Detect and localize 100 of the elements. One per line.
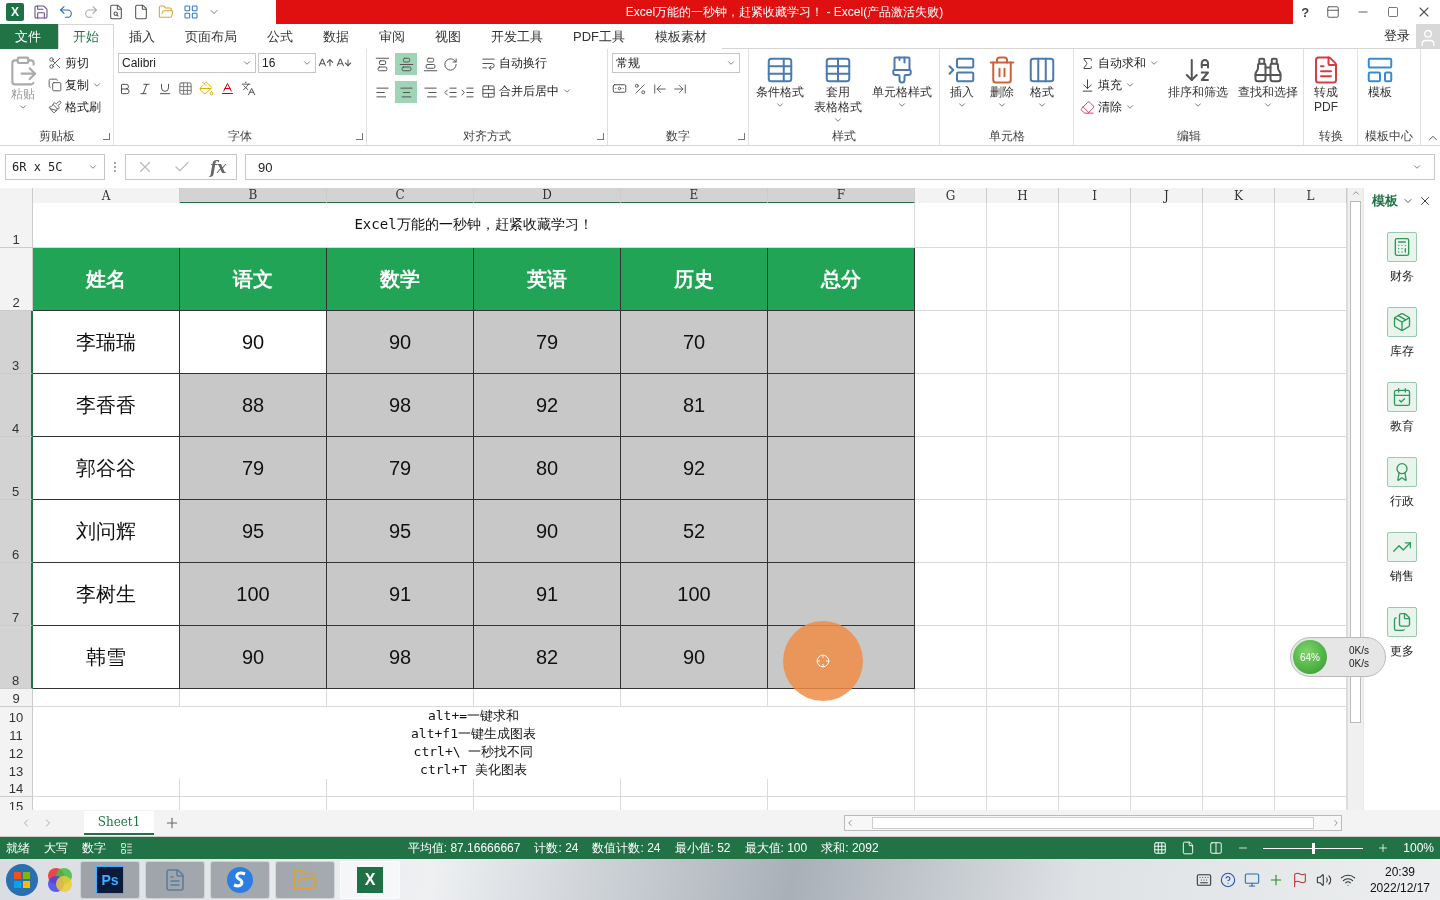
layout-icon[interactable] xyxy=(183,4,199,20)
font-name-field[interactable]: Calibri xyxy=(118,53,256,73)
underline-icon[interactable] xyxy=(158,81,172,96)
align-button[interactable] xyxy=(395,53,417,75)
editing-button[interactable]: 清除 xyxy=(1078,97,1161,117)
scrollbar-thumb[interactable] xyxy=(872,817,1314,829)
table-cell[interactable]: 90 xyxy=(180,626,327,689)
grid-cell[interactable] xyxy=(1275,500,1347,563)
row-number[interactable]: 5 xyxy=(0,437,33,500)
table-cell[interactable]: 98 xyxy=(327,626,474,689)
grid-cell[interactable] xyxy=(915,689,987,707)
grid-cell[interactable] xyxy=(1275,374,1347,437)
table-cell[interactable] xyxy=(768,374,915,437)
editing-button[interactable]: 查找和选择 xyxy=(1235,53,1301,127)
launcher-icon[interactable] xyxy=(597,133,604,140)
table-cell[interactable]: 刘问辉 xyxy=(33,500,180,563)
taskbar-app[interactable] xyxy=(145,860,205,899)
table-cell[interactable]: 100 xyxy=(180,563,327,626)
table-cell[interactable]: 韩雪 xyxy=(33,626,180,689)
table-cell[interactable]: 52 xyxy=(621,500,768,563)
phonetic-icon[interactable] xyxy=(241,81,256,96)
ribbon-tab[interactable]: 开始 xyxy=(58,24,114,49)
grid-cell[interactable] xyxy=(1131,689,1203,707)
print-preview-icon[interactable] xyxy=(108,4,124,20)
increase-decimal-icon[interactable] xyxy=(653,81,667,96)
grid-cell[interactable] xyxy=(1275,203,1347,248)
row-number[interactable]: 3 xyxy=(0,311,33,374)
page-layout-icon[interactable] xyxy=(1181,841,1196,855)
grid-cell[interactable] xyxy=(33,779,180,797)
clock[interactable]: 20:39 2022/12/17 xyxy=(1363,863,1436,896)
table-cell[interactable] xyxy=(768,437,915,500)
monitor-icon[interactable] xyxy=(1243,871,1260,888)
fill-color-icon[interactable] xyxy=(199,81,214,96)
column-header[interactable]: H xyxy=(987,188,1059,204)
grid-cell[interactable] xyxy=(1059,203,1131,248)
horizontal-scrollbar[interactable] xyxy=(844,815,1342,831)
table-cell[interactable] xyxy=(768,563,915,626)
grid-cell[interactable] xyxy=(1275,779,1347,797)
editing-button[interactable]: 排序和筛选 xyxy=(1165,53,1231,127)
ribbon-display-icon[interactable] xyxy=(1325,5,1340,19)
column-header[interactable]: K xyxy=(1203,188,1275,204)
grid-cell[interactable] xyxy=(987,437,1059,500)
zoom-level[interactable]: 100% xyxy=(1403,841,1434,855)
keyboard-icon[interactable] xyxy=(1195,871,1212,888)
indent-icon[interactable] xyxy=(460,84,475,100)
grid-cell[interactable] xyxy=(1131,779,1203,797)
currency-icon[interactable] xyxy=(612,81,627,96)
table-cell[interactable] xyxy=(768,311,915,374)
grid-cell[interactable] xyxy=(915,203,987,248)
grid-cell[interactable] xyxy=(987,248,1059,311)
grid-cell[interactable] xyxy=(1203,374,1275,437)
table-cell[interactable]: 88 xyxy=(180,374,327,437)
title-cell[interactable]: Excel万能的一秒钟，赶紧收藏学习！ xyxy=(33,203,915,248)
table-cell[interactable]: 90 xyxy=(474,500,621,563)
sheet-tab[interactable]: Sheet1 xyxy=(84,811,154,835)
grid-cell[interactable] xyxy=(1203,689,1275,707)
column-header[interactable]: E xyxy=(621,188,768,204)
borders-icon[interactable] xyxy=(178,81,193,96)
grid-cell[interactable] xyxy=(987,311,1059,374)
start-orb-icon[interactable] xyxy=(4,861,40,898)
volume-icon[interactable] xyxy=(1315,871,1332,888)
column-header[interactable]: A xyxy=(33,188,180,204)
grid-cell[interactable] xyxy=(1275,563,1347,626)
row-number[interactable]: 4 xyxy=(0,374,33,437)
grid-cell[interactable] xyxy=(327,689,474,707)
styles-button[interactable]: 套用 表格格式 xyxy=(811,53,865,127)
add-sheet-icon[interactable] xyxy=(164,815,180,831)
editing-button[interactable]: 填充 xyxy=(1078,75,1161,95)
scroll-up-icon[interactable] xyxy=(1350,188,1361,198)
column-header[interactable]: I xyxy=(1059,188,1131,204)
grid-cell[interactable] xyxy=(915,500,987,563)
grid-cell[interactable] xyxy=(915,563,987,626)
grid-cell[interactable] xyxy=(987,563,1059,626)
grid-cell[interactable] xyxy=(180,779,327,797)
new-file-icon[interactable] xyxy=(133,4,149,20)
table-cell[interactable]: 79 xyxy=(327,437,474,500)
photoshop-app[interactable]: Ps xyxy=(80,860,140,899)
table-cell[interactable]: 李树生 xyxy=(33,563,180,626)
clipboard-button[interactable]: 格式刷 xyxy=(46,97,104,117)
grid-cell[interactable] xyxy=(915,779,987,797)
editing-button[interactable]: 自动求和 xyxy=(1078,53,1161,73)
grid-cell[interactable] xyxy=(1131,311,1203,374)
table-cell[interactable]: 70 xyxy=(621,311,768,374)
grid-cell[interactable] xyxy=(987,203,1059,248)
grid-cell[interactable] xyxy=(1059,563,1131,626)
grid-cell[interactable] xyxy=(327,779,474,797)
template-category[interactable]: 行政 xyxy=(1387,457,1417,510)
clipboard-button[interactable]: 剪切 xyxy=(46,53,104,73)
wrap-text-button[interactable]: 自动换行 xyxy=(479,53,574,73)
grid-cell[interactable] xyxy=(915,248,987,311)
grid-cell[interactable] xyxy=(987,374,1059,437)
styles-button[interactable]: 条件格式 xyxy=(753,53,807,127)
percent-icon[interactable] xyxy=(633,81,647,96)
merge-center-button[interactable]: 合并后居中 xyxy=(479,81,574,101)
redo-icon[interactable] xyxy=(83,4,99,20)
table-cell[interactable]: 李香香 xyxy=(33,374,180,437)
flag-icon[interactable] xyxy=(1291,871,1308,888)
grid-cell[interactable] xyxy=(987,689,1059,707)
column-header[interactable]: J xyxy=(1131,188,1203,204)
grid-cell[interactable] xyxy=(621,689,768,707)
